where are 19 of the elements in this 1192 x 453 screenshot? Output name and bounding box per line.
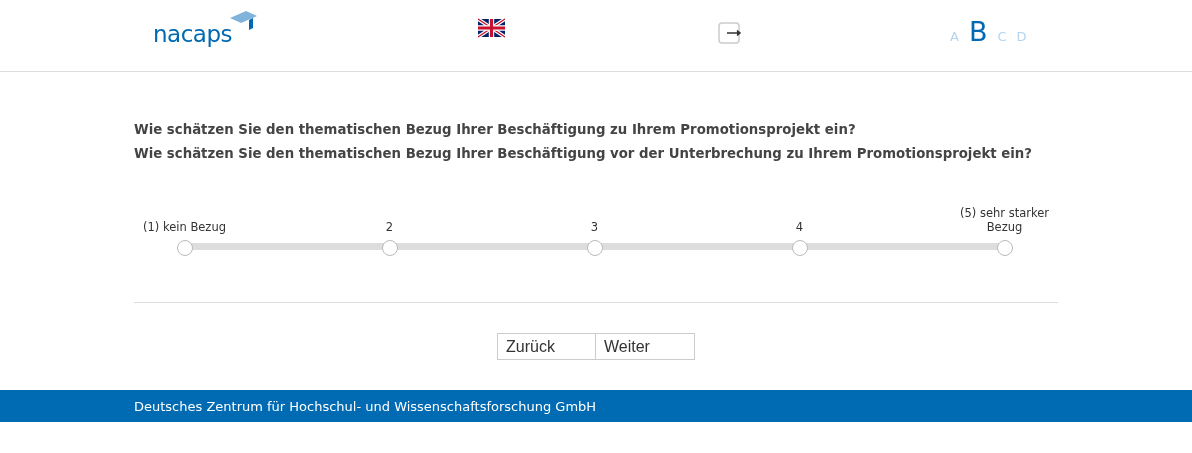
font-size-link[interactable]: B	[968, 16, 988, 47]
scale-label: 3	[590, 220, 599, 234]
scale-label: (5) sehr starker Bezug	[959, 206, 1050, 234]
scale-label: 4	[795, 220, 804, 234]
scale-radio[interactable]	[996, 240, 1013, 256]
exit-icon[interactable]	[718, 22, 742, 44]
question-text: Wie schätzen Sie den thematischen Bezug Ihrer Beschäftigung zu Ihrem Promotionsprojekt ein?	[134, 121, 857, 139]
scale-radio[interactable]	[791, 240, 808, 256]
logo-text: nacaps	[153, 21, 232, 47]
nav-button[interactable]: Weiter	[596, 333, 695, 360]
footer-text: Deutsches Zentrum für Hochschul- und Wissenschaftsforschung GmbH	[134, 398, 597, 414]
scale-radio[interactable]	[176, 240, 193, 256]
uk-flag-icon[interactable]	[478, 18, 505, 38]
nav-button[interactable]: Zurück	[497, 333, 596, 360]
scale-radio[interactable]	[381, 240, 398, 256]
scale-label: 2	[385, 220, 394, 234]
scale-label: (1) kein Bezug	[143, 220, 226, 234]
scale-radio[interactable]	[586, 240, 603, 256]
question-text: Wie schätzen Sie den thematischen Bezug Ihrer Beschäftigung vor der Unterbrechung zu Ihrem Promotionsprojekt ein?	[134, 145, 1034, 163]
